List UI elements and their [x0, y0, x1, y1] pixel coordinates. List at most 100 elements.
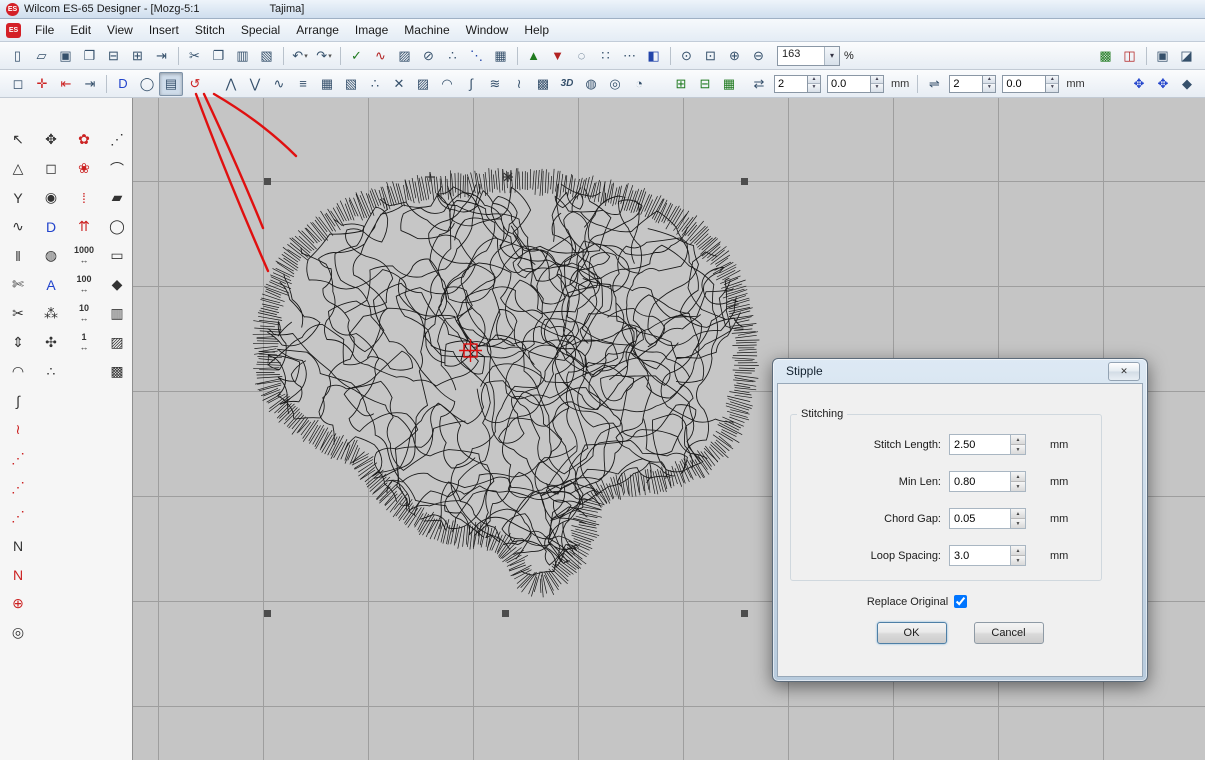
chevron-down-icon[interactable]: ▾	[824, 47, 839, 65]
contour-stitch-icon[interactable]: ⋱	[465, 44, 489, 68]
show-needle-points-icon[interactable]: ∷	[594, 44, 618, 68]
show-outlines-icon[interactable]: ◌	[570, 44, 594, 68]
zoom-box-icon[interactable]: ⊡	[699, 44, 723, 68]
insert-design-icon[interactable]: ▧	[255, 44, 279, 68]
open-design-icon[interactable]: ▱	[30, 44, 54, 68]
stipple-fill-icon[interactable]: ▤	[159, 72, 183, 96]
e-stitch-icon[interactable]: ⋀	[219, 72, 243, 96]
pattern-fill-icon[interactable]: ▧	[339, 72, 363, 96]
rect-tool[interactable]: ▭	[103, 242, 132, 269]
letter-d-tool[interactable]: D	[37, 213, 66, 240]
motif-fill-icon[interactable]: ∴	[363, 72, 387, 96]
spin-up-icon[interactable]: ▲	[808, 76, 820, 84]
globe-tool[interactable]: ◍	[37, 242, 66, 269]
node-tool[interactable]: N	[4, 532, 33, 559]
offset-outline-icon[interactable]: ↺	[183, 72, 207, 96]
spin-up-icon[interactable]: ▲	[1011, 472, 1025, 481]
menu-edit[interactable]: Edit	[62, 21, 99, 39]
lettering-tool[interactable]: A	[37, 271, 66, 298]
menu-special[interactable]: Special	[233, 21, 288, 39]
fill-stitch-icon[interactable]: ▦	[489, 44, 513, 68]
zoom-previous-icon[interactable]: ⊙	[675, 44, 699, 68]
node-edit-tool[interactable]: N	[4, 561, 33, 588]
wheel-tool[interactable]: ✣	[37, 329, 66, 356]
jagged-edge-icon[interactable]: ≀	[507, 72, 531, 96]
count-field-b[interactable]	[949, 75, 982, 93]
tatami-fill-icon[interactable]: ▦	[315, 72, 339, 96]
columns-tool[interactable]: ▥	[103, 300, 132, 327]
spin-down-icon[interactable]: ▼	[983, 83, 995, 92]
stitch-length-input[interactable]	[949, 434, 1010, 455]
show-connectors-icon[interactable]: ⋯	[618, 44, 642, 68]
slant-lines-tool[interactable]: ⋰	[103, 126, 132, 153]
run-stitch-icon[interactable]: ∿	[369, 44, 393, 68]
ruler-icon[interactable]: ▦	[717, 72, 741, 96]
3d-effect-icon[interactable]: 3D	[555, 72, 579, 96]
length-field-a[interactable]	[827, 75, 870, 93]
manual-stitch-tool-1[interactable]: ⋰	[4, 445, 33, 472]
menu-image[interactable]: Image	[347, 21, 396, 39]
manual-stitch-tool-3[interactable]: ⋰	[4, 503, 33, 530]
replace-original-checkbox[interactable]	[954, 595, 967, 608]
motif-stitch-icon[interactable]: ∴	[441, 44, 465, 68]
team-names-tool[interactable]: ⁂	[37, 300, 66, 327]
print-preview-icon[interactable]: ⊞	[126, 44, 150, 68]
design-overview-icon[interactable]: ▩	[1094, 44, 1118, 68]
show-stitches-icon[interactable]: ▼	[546, 44, 570, 68]
spin-down-icon[interactable]: ▼	[1011, 444, 1025, 454]
arc-tool[interactable]: ⌒	[103, 155, 132, 182]
knife-tool[interactable]: ✄	[4, 271, 33, 298]
applique-icon[interactable]: ▨	[411, 72, 435, 96]
contour-fill-icon[interactable]: ◠	[435, 72, 459, 96]
move-design-icon[interactable]: ✥	[1151, 72, 1175, 96]
ellipse-outline-icon[interactable]: ◯	[135, 72, 159, 96]
fan-stitch-tool[interactable]: ◠	[4, 358, 33, 385]
pattern-a-tool[interactable]: ▨	[103, 329, 132, 356]
cross-stitch-icon[interactable]: ✕	[387, 72, 411, 96]
zoom-level-combo[interactable]: 163 ▾	[777, 46, 840, 66]
pan-tool-icon[interactable]: ✥	[1127, 72, 1151, 96]
tatami-stitch-icon[interactable]: ⊘	[417, 44, 441, 68]
menu-insert[interactable]: Insert	[141, 21, 187, 39]
digitize-flower-tool[interactable]: ✿	[70, 126, 99, 153]
cut-icon[interactable]: ✂	[183, 44, 207, 68]
ellipse-tool[interactable]: ◯	[103, 213, 132, 240]
wave-stitch-icon[interactable]: ∿	[267, 72, 291, 96]
warp-effect-icon[interactable]: ◍	[579, 72, 603, 96]
ring-effect-icon[interactable]: ◎	[603, 72, 627, 96]
chord-gap-input[interactable]	[949, 508, 1010, 529]
pattern-b-tool[interactable]: ▩	[103, 358, 132, 385]
wand-tool[interactable]: Y	[4, 184, 33, 211]
w-stitch-icon[interactable]: ⋁	[243, 72, 267, 96]
zigzag-tool[interactable]: ∿	[4, 213, 33, 240]
min-len-input[interactable]	[949, 471, 1010, 492]
end-needle-icon[interactable]: ⇥	[78, 72, 102, 96]
spin-up-icon[interactable]: ▲	[1011, 546, 1025, 555]
flower-outline-tool[interactable]: ❀	[70, 155, 99, 182]
manual-stitch-tool-2[interactable]: ⋰	[4, 474, 33, 501]
spin-down-icon[interactable]: ▼	[808, 83, 820, 92]
density-10-tool[interactable]: 10 ↔	[70, 300, 99, 327]
scissors-tool[interactable]: ✂	[4, 300, 33, 327]
copy-icon[interactable]: ❐	[207, 44, 231, 68]
spin-down-icon[interactable]: ▼	[1011, 518, 1025, 528]
spin-down-icon[interactable]: ▼	[1011, 481, 1025, 491]
dialog-title-bar[interactable]: Stipple ✕	[773, 359, 1147, 383]
loop-spacing-input[interactable]	[949, 545, 1010, 566]
feather-edge-icon[interactable]: ≋	[483, 72, 507, 96]
new-design-icon[interactable]: ▯	[6, 44, 30, 68]
density-1000-tool[interactable]: 1000 ↔	[70, 242, 99, 269]
ok-button[interactable]: OK	[877, 622, 947, 644]
stitch-angle-tool[interactable]: ⇈	[70, 213, 99, 240]
needle-point-icon[interactable]: ✛	[30, 72, 54, 96]
menu-arrange[interactable]: Arrange	[288, 21, 347, 39]
hoop-icon[interactable]: ◻	[6, 72, 30, 96]
reshape-tool[interactable]: ✥	[37, 126, 66, 153]
grid-snap-icon[interactable]: ⊞	[669, 72, 693, 96]
export-machine-file-icon[interactable]: ⇥	[150, 44, 174, 68]
s-curve-tool[interactable]: ∫	[4, 387, 33, 414]
redo-icon[interactable]: ↷▾	[312, 44, 336, 68]
grid-show-icon[interactable]: ⊟	[693, 72, 717, 96]
start-point-tool[interactable]: ⊕	[4, 590, 33, 617]
bean-stitch-tool[interactable]: ≀	[4, 416, 33, 443]
